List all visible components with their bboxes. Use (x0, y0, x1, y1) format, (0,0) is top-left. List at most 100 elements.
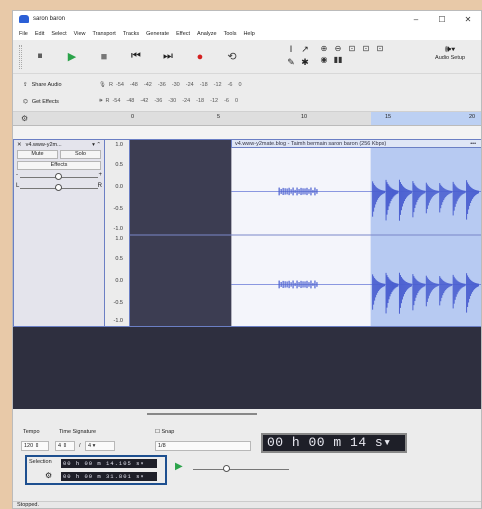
pan-right: R (97, 183, 102, 189)
secondary-toolbar: ⇪ Share Audio ⌬ Get Effects 🎙 R -54 -48 … (13, 74, 481, 112)
trim-icon[interactable]: ◉ (318, 55, 330, 64)
envelope-tool-icon[interactable]: ↗ (299, 44, 311, 55)
menu-select[interactable]: Select (51, 31, 66, 37)
menu-effect[interactable]: Effect (176, 31, 190, 37)
empty-track-area[interactable] (13, 327, 481, 409)
meter-tick: -36 (154, 98, 163, 104)
draw-tool-icon[interactable]: ✎ (285, 57, 297, 68)
meter-tick: -6 (224, 98, 229, 104)
tempo-value: 120 (24, 443, 34, 449)
selection-mode-icon[interactable]: ⚙ (45, 471, 52, 480)
time-sig-denominator[interactable]: 4 ▾ (85, 441, 115, 451)
pan-knob[interactable] (55, 184, 62, 191)
selection-label: Selection (29, 459, 52, 465)
meter-tick: -24 (182, 98, 191, 104)
selection-end-value: 00 h 00 m 31.801 s (63, 473, 141, 480)
speaker-icon: 🕪▾ (444, 44, 456, 55)
menu-transport[interactable]: Transport (92, 31, 115, 37)
undo-icon[interactable] (346, 55, 358, 64)
track-menu-icon[interactable]: ▾ ⌃ (92, 142, 101, 148)
track-close-icon[interactable]: ✕ (17, 142, 22, 148)
close-button[interactable]: ✕ (455, 15, 481, 24)
scale-label: -1.0 (113, 226, 123, 232)
gain-slider[interactable]: - + (16, 172, 102, 181)
mute-button[interactable]: Mute (17, 150, 58, 159)
app-icon (19, 15, 29, 23)
play-button[interactable]: ▶ (60, 45, 84, 69)
maximize-button[interactable]: ☐ (429, 15, 455, 24)
time-display[interactable]: 00 h 00 m 14 s▾ (261, 433, 407, 453)
timeline-settings-icon[interactable]: ⚙ (21, 114, 28, 123)
stop-button[interactable]: ■ (92, 45, 116, 69)
meter-tick: -42 (143, 82, 152, 88)
share-icon: ⇪ (23, 82, 28, 88)
zoom-in-icon[interactable]: ⊕ (318, 44, 330, 53)
meter-tick: -12 (210, 98, 219, 104)
ruler-tick: 15 (385, 114, 392, 120)
selection-end-field[interactable]: 00 h 00 m 31.801 s▾ (61, 472, 157, 481)
play-meter-ticks: -54 -48 -42 -36 -30 -24 -18 -12 -6 0 (112, 98, 238, 104)
menu-generate[interactable]: Generate (146, 31, 169, 37)
mute-solo-row: Mute Solo (14, 150, 104, 159)
share-audio-button[interactable]: ⇪ Share Audio (19, 78, 66, 92)
time-sig-numerator[interactable]: 4 ⇕ (55, 441, 75, 451)
selection-tool-icon[interactable]: I (285, 44, 297, 55)
time-sig-slash: / (79, 443, 81, 449)
playback-meter[interactable]: 🕪 R -54 -48 -42 -36 -30 -24 -18 -12 -6 0 (99, 95, 238, 107)
fit-selection-icon[interactable]: ⊡ (346, 44, 358, 53)
clip-title-bar[interactable]: v4.www-y2mate.blog - Taimh bermain saron… (231, 139, 481, 148)
track-effects-button[interactable]: Effects (17, 161, 101, 170)
meter-tick: 0 (238, 82, 242, 88)
play-speed-slider[interactable] (193, 465, 289, 473)
selection-start-value: 00 h 00 m 14.105 s (63, 460, 141, 467)
skip-to-end-button[interactable]: ⏭ (156, 45, 180, 69)
menu-file[interactable]: File (19, 31, 28, 37)
menu-help[interactable]: Help (243, 31, 254, 37)
gain-plus: + (98, 172, 102, 178)
audio-setup-button[interactable]: 🕪▾ Audio Setup (435, 44, 465, 61)
waveform-area[interactable] (129, 139, 482, 327)
pan-slider[interactable]: L R (16, 183, 102, 192)
solo-button[interactable]: Solo (60, 150, 101, 159)
audio-setup-label: Audio Setup (435, 55, 465, 61)
recording-meter[interactable]: 🎙 R -54 -48 -42 -36 -30 -24 -18 -12 -6 0 (99, 79, 242, 91)
timeline-ruler[interactable]: ⚙ 0 5 10 15 20 (13, 112, 481, 126)
pause-button[interactable]: ⏸ (28, 45, 52, 69)
menu-tracks[interactable]: Tracks (123, 31, 139, 37)
zoom-toggle-icon[interactable]: ⊡ (374, 44, 386, 53)
menu-edit[interactable]: Edit (35, 31, 44, 37)
silence-icon[interactable]: ▮▮ (332, 55, 344, 64)
toolbar-grip[interactable] (19, 44, 22, 69)
get-effects-button[interactable]: ⌬ Get Effects (19, 95, 63, 109)
gain-knob[interactable] (55, 173, 62, 180)
menu-tools[interactable]: Tools (224, 31, 237, 37)
meter-tick: -30 (171, 82, 180, 88)
tempo-input[interactable]: 120 ⇕ (21, 441, 49, 451)
zoom-out-icon[interactable]: ⊖ (332, 44, 344, 53)
tempo-label: Tempo (23, 429, 40, 435)
snap-checkbox[interactable]: ☐ Snap (155, 429, 174, 435)
play-at-speed-button[interactable]: ▶ (175, 461, 183, 472)
multi-tool-icon[interactable]: ✱ (299, 57, 311, 68)
speed-knob[interactable] (223, 465, 230, 472)
redo-icon[interactable] (360, 55, 372, 64)
selection-start-field[interactable]: 00 h 00 m 14.105 s▾ (61, 459, 157, 468)
meter-tick: -48 (126, 98, 135, 104)
clip-menu-icon[interactable]: ••• (470, 141, 476, 147)
meter-tick: -48 (129, 82, 138, 88)
menu-view[interactable]: View (74, 31, 86, 37)
meter-tick: -12 (213, 82, 222, 88)
clip-title: v4.www-y2mate.blog - Taimh bermain saron… (235, 140, 387, 147)
loop-button[interactable]: ⟲ (220, 45, 244, 69)
panel-splitter[interactable] (147, 413, 257, 415)
snap-select[interactable]: 1/8 (155, 441, 251, 451)
scale-label: 0.0 (115, 278, 123, 284)
track-name[interactable]: v4.www-y2m... (26, 142, 62, 148)
minimize-button[interactable]: – (403, 15, 429, 24)
fit-project-icon[interactable]: ⊡ (360, 44, 372, 53)
record-button[interactable]: ● (188, 45, 212, 69)
ruler-tick: 10 (301, 114, 308, 120)
skip-to-start-button[interactable]: ⏮ (124, 45, 148, 69)
play-meter-channel: R (105, 98, 110, 104)
menu-analyze[interactable]: Analyze (197, 31, 217, 37)
